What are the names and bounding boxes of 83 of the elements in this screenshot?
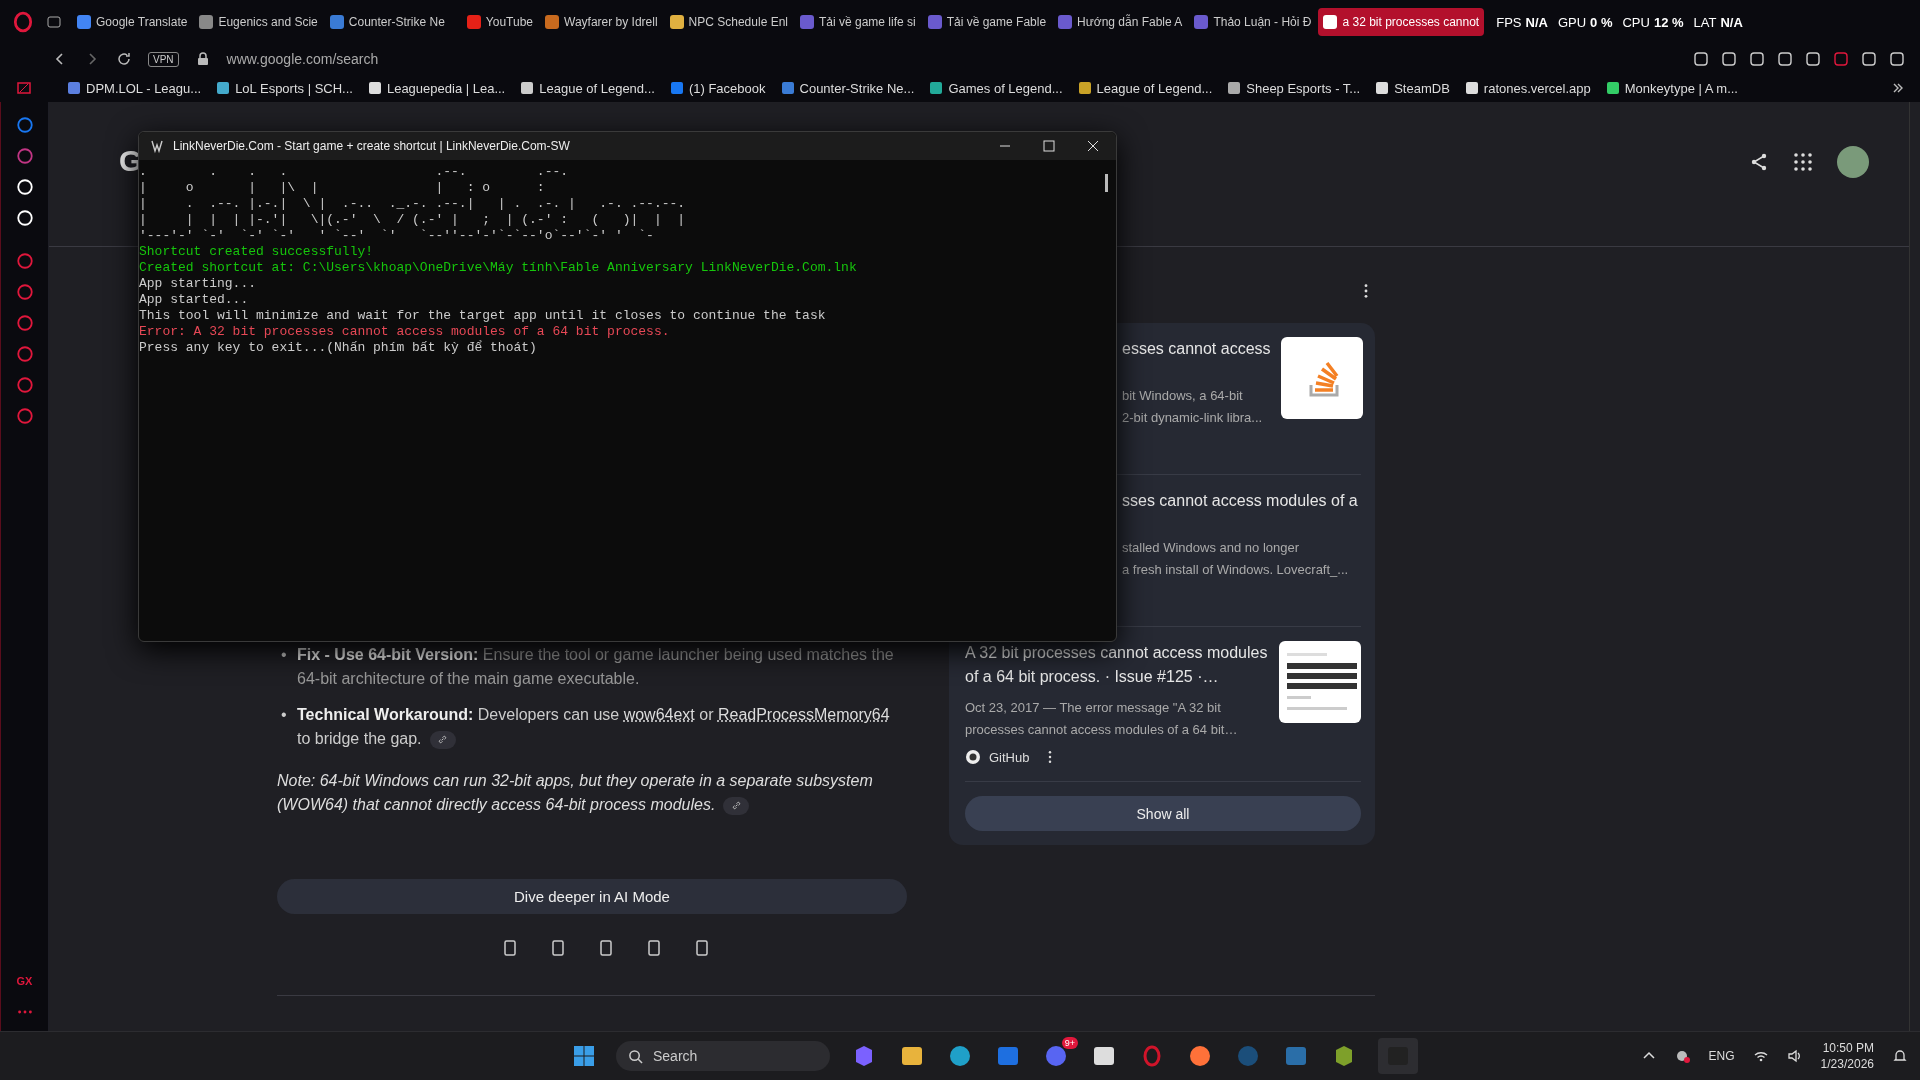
citation-link-icon[interactable]	[429, 730, 456, 749]
bookmark-link[interactable]: League of Legend...	[1078, 80, 1213, 96]
gx-logo[interactable]: GX	[16, 975, 33, 987]
text-link[interactable]: wow64ext	[623, 706, 695, 723]
source-snippet: 2-bit dynamic-link libra...	[1122, 409, 1264, 427]
search-icon	[628, 1048, 643, 1064]
console-line: App starting...	[139, 276, 258, 292]
performance-overlay: FPS N/A GPU 0 % CPU 12 % LAT N/A	[1495, 14, 1743, 30]
console-line: App started...	[139, 292, 250, 308]
window-title: LinkNeverDie.Com - Start game + create shortcut | LinkNeverDie.Com-SW	[173, 139, 570, 153]
source-snippet: Oct 23, 2017 — The error message "A 32 bit processes cannot access modules of a 64 bit…	[965, 699, 1239, 739]
console-line: This tool will minimize and wait for the target app until it closes to continue the task	[139, 308, 827, 324]
note-text: Note: 64-bit Windows can run 32-bit apps, but they operate in a separate subsystem (WOW64) that cannot directly access 64-bit process modules.	[277, 771, 874, 817]
tab-menu-icon[interactable]	[46, 14, 62, 30]
source-snippet: bit Windows, a 64-bit	[1122, 387, 1244, 405]
citation-link-icon[interactable]	[723, 796, 750, 815]
bookmark-link[interactable]: Leaguepedia | Lea...	[368, 80, 506, 96]
ai-mode-button[interactable]: Dive deeper in AI Mode	[277, 879, 907, 914]
bullet-text: Fix - Use 64-bit Version: Ensure the tool or game launcher being used matches the 64-bit architecture of the main game executable.	[297, 645, 895, 689]
bookmark-link[interactable]: DPM.LOL - Leagu...	[68, 80, 202, 96]
apps-grid-icon[interactable]	[1793, 152, 1813, 172]
browser-tab[interactable]: Thảo Luận - Hỏi Đ	[1189, 8, 1317, 36]
bullet-marker: •	[281, 645, 288, 665]
browser-tab[interactable]: Tải về game life si	[795, 8, 921, 36]
source-name: GitHub	[989, 749, 1030, 765]
bookmark-link[interactable]: Sheep Esports - T...	[1228, 80, 1361, 96]
reload-icon[interactable]	[116, 51, 132, 67]
bookmark-link[interactable]: Monkeytype | A m...	[1606, 80, 1738, 96]
bookmark-link[interactable]: Counter-Strike Ne...	[781, 80, 915, 96]
scrollbar[interactable]	[1909, 102, 1920, 1031]
bullet-marker: •	[281, 705, 288, 725]
source-title-link[interactable]: sses cannot access modules of a	[1122, 489, 1361, 513]
console-line: . . . . .--. .--.	[139, 164, 570, 180]
clock[interactable]: 10:50 PM 1/23/2026	[1820, 1040, 1874, 1072]
browser-tab[interactable]: Hướng dẫn Fable A	[1053, 8, 1188, 36]
windows-start-icon[interactable]	[572, 1044, 596, 1068]
notification-badge: 9+	[1061, 1037, 1078, 1049]
console-line: Error: A 32 bit processes cannot access modules of a 64 bit process.	[139, 324, 671, 340]
cloud-icon[interactable]	[1674, 1048, 1691, 1064]
console-line: Created shortcut at: C:\Users\khoap\OneDrive\Máy tính\Fable Anniversary LinkNeverDie.Com.lnk	[139, 260, 858, 276]
speaker-icon[interactable]	[1786, 1048, 1803, 1064]
more-options-icon[interactable]	[1047, 750, 1054, 764]
bookmark-link[interactable]: (1) Facebook	[670, 80, 766, 96]
console-line: Shortcut created successfully!	[139, 244, 375, 260]
browser-tab[interactable]: NPC Schedule Enl	[664, 8, 793, 36]
bookmark-link[interactable]: SteamDB	[1376, 80, 1450, 96]
language-indicator[interactable]: ENG	[1708, 1049, 1735, 1063]
sidebar-toggle-icon[interactable]	[16, 80, 32, 96]
more-options-icon[interactable]	[1363, 283, 1369, 299]
avatar[interactable]	[1837, 146, 1869, 178]
show-all-button[interactable]: Show all	[965, 796, 1361, 831]
bookmark-link[interactable]: League of Legend...	[521, 80, 655, 96]
app-icon	[149, 138, 165, 154]
browser-tab[interactable]: YouTube	[461, 8, 538, 36]
source-snippet: stalled Windows and no longer	[1122, 539, 1301, 557]
browser-tab[interactable]: Wayfarer by Idrell	[540, 8, 663, 36]
console-line: | . .--. |.-.| \ | .-.. ._.-. .--.| | . .-. | .-. .--.--.	[139, 196, 687, 212]
bookmark-link[interactable]: Games of Legend...	[930, 80, 1063, 96]
console-line: | o | |\ | | : o :	[139, 180, 546, 196]
source-title-link[interactable]: esses cannot access	[1122, 337, 1271, 361]
vpn-badge[interactable]: VPN	[148, 51, 179, 67]
browser-tab[interactable]: Google Translate	[72, 8, 193, 36]
browser-tab[interactable]: Eugenics and Scie	[194, 8, 323, 36]
text-link[interactable]: ReadProcessMemory64	[717, 706, 890, 723]
console-line: '---'-' `-' `-' `-' ' `--' `' `--''--'-'`-`--'o`--'`-' ' `-	[139, 228, 655, 244]
close-icon[interactable]	[1086, 139, 1100, 153]
stacked-bars-logo-icon	[1280, 337, 1363, 419]
search-field[interactable]: Search	[616, 1041, 830, 1071]
notification-bell-icon[interactable]	[1892, 1048, 1908, 1064]
source-title-link[interactable]: A 32 bit processes cannot access modules of a 64 bit process. · Issue #125 ·…	[965, 641, 1269, 689]
bookmark-link[interactable]: ratones.vercel.app	[1465, 80, 1591, 96]
browser-tab[interactable]: Tải về game Fable	[922, 8, 1052, 36]
browser-tab[interactable]: a 32 bit processes cannot	[1318, 8, 1485, 36]
opera-logo-icon[interactable]	[12, 11, 34, 33]
maximize-icon[interactable]	[1042, 139, 1056, 153]
address-field[interactable]: www.google.com/search	[226, 51, 1676, 67]
scrollbar[interactable]	[1105, 174, 1108, 192]
bookmark-link[interactable]: LoL Esports | SCH...	[217, 80, 353, 96]
console-line: Press any key to exit...(Nhấn phím bất kỳ để thoát)	[139, 340, 538, 356]
console-line: | | | | |-.'| \|(.-' \ / (.-' | ; | (.-' : ( )| | |	[139, 212, 687, 228]
browser-tab[interactable]: Counter-Strike Ne	[324, 8, 450, 36]
bullet-text: Technical Workaround: Developers can use wow64ext or ReadProcessMemory64 to bridge the gap.	[297, 705, 891, 751]
source-snippet: a fresh install of Windows. Lovecraft_...	[1122, 561, 1350, 579]
